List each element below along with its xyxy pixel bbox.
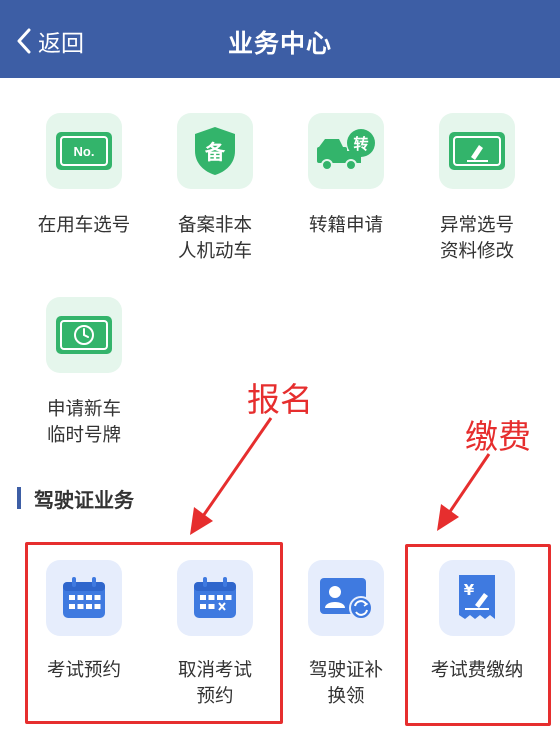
tile-transfer[interactable]: 转	[308, 113, 384, 189]
label-abnormal-number-edit: 异常选号 资料修改	[439, 215, 514, 262]
label-temporary-plate: 申请新车 临时号牌	[46, 399, 121, 446]
label-transfer: 转籍申请	[308, 215, 383, 236]
annotation-signup: 报名	[247, 380, 313, 419]
license-plate-no-icon: No.	[56, 132, 112, 170]
plate-text: No.	[74, 144, 95, 159]
page-title: 业务中心	[227, 29, 332, 58]
annotation-payment: 缴费	[465, 417, 531, 456]
tile-temporary-plate[interactable]	[46, 297, 122, 373]
section-title: 驾驶证业务	[34, 488, 134, 512]
shield-bei-icon: 备	[195, 127, 235, 175]
label-license-renewal: 驾驶证补 换领	[308, 660, 383, 707]
tile-license-renewal[interactable]	[308, 560, 384, 636]
plate-edit-icon	[449, 132, 505, 170]
label-select-number: 在用车选号	[37, 215, 131, 236]
badge-text: 转	[353, 135, 368, 153]
tile-register-other-vehicle[interactable]: 备	[177, 113, 253, 189]
label-register-other-vehicle: 备案非本 人机动车	[177, 215, 252, 262]
annotation-box-signup	[25, 542, 283, 724]
annotation-box-payment	[405, 544, 551, 726]
license-renew-icon	[320, 578, 373, 620]
tile-select-number[interactable]: No.	[46, 113, 122, 189]
section-accent-bar	[17, 487, 21, 509]
header-bar: 返回 业务中心	[0, 0, 560, 78]
tile-abnormal-number-edit[interactable]	[439, 113, 515, 189]
plate-clock-icon	[56, 316, 112, 354]
badge-text: 备	[204, 140, 226, 164]
truck-transfer-icon: 转	[317, 129, 375, 171]
